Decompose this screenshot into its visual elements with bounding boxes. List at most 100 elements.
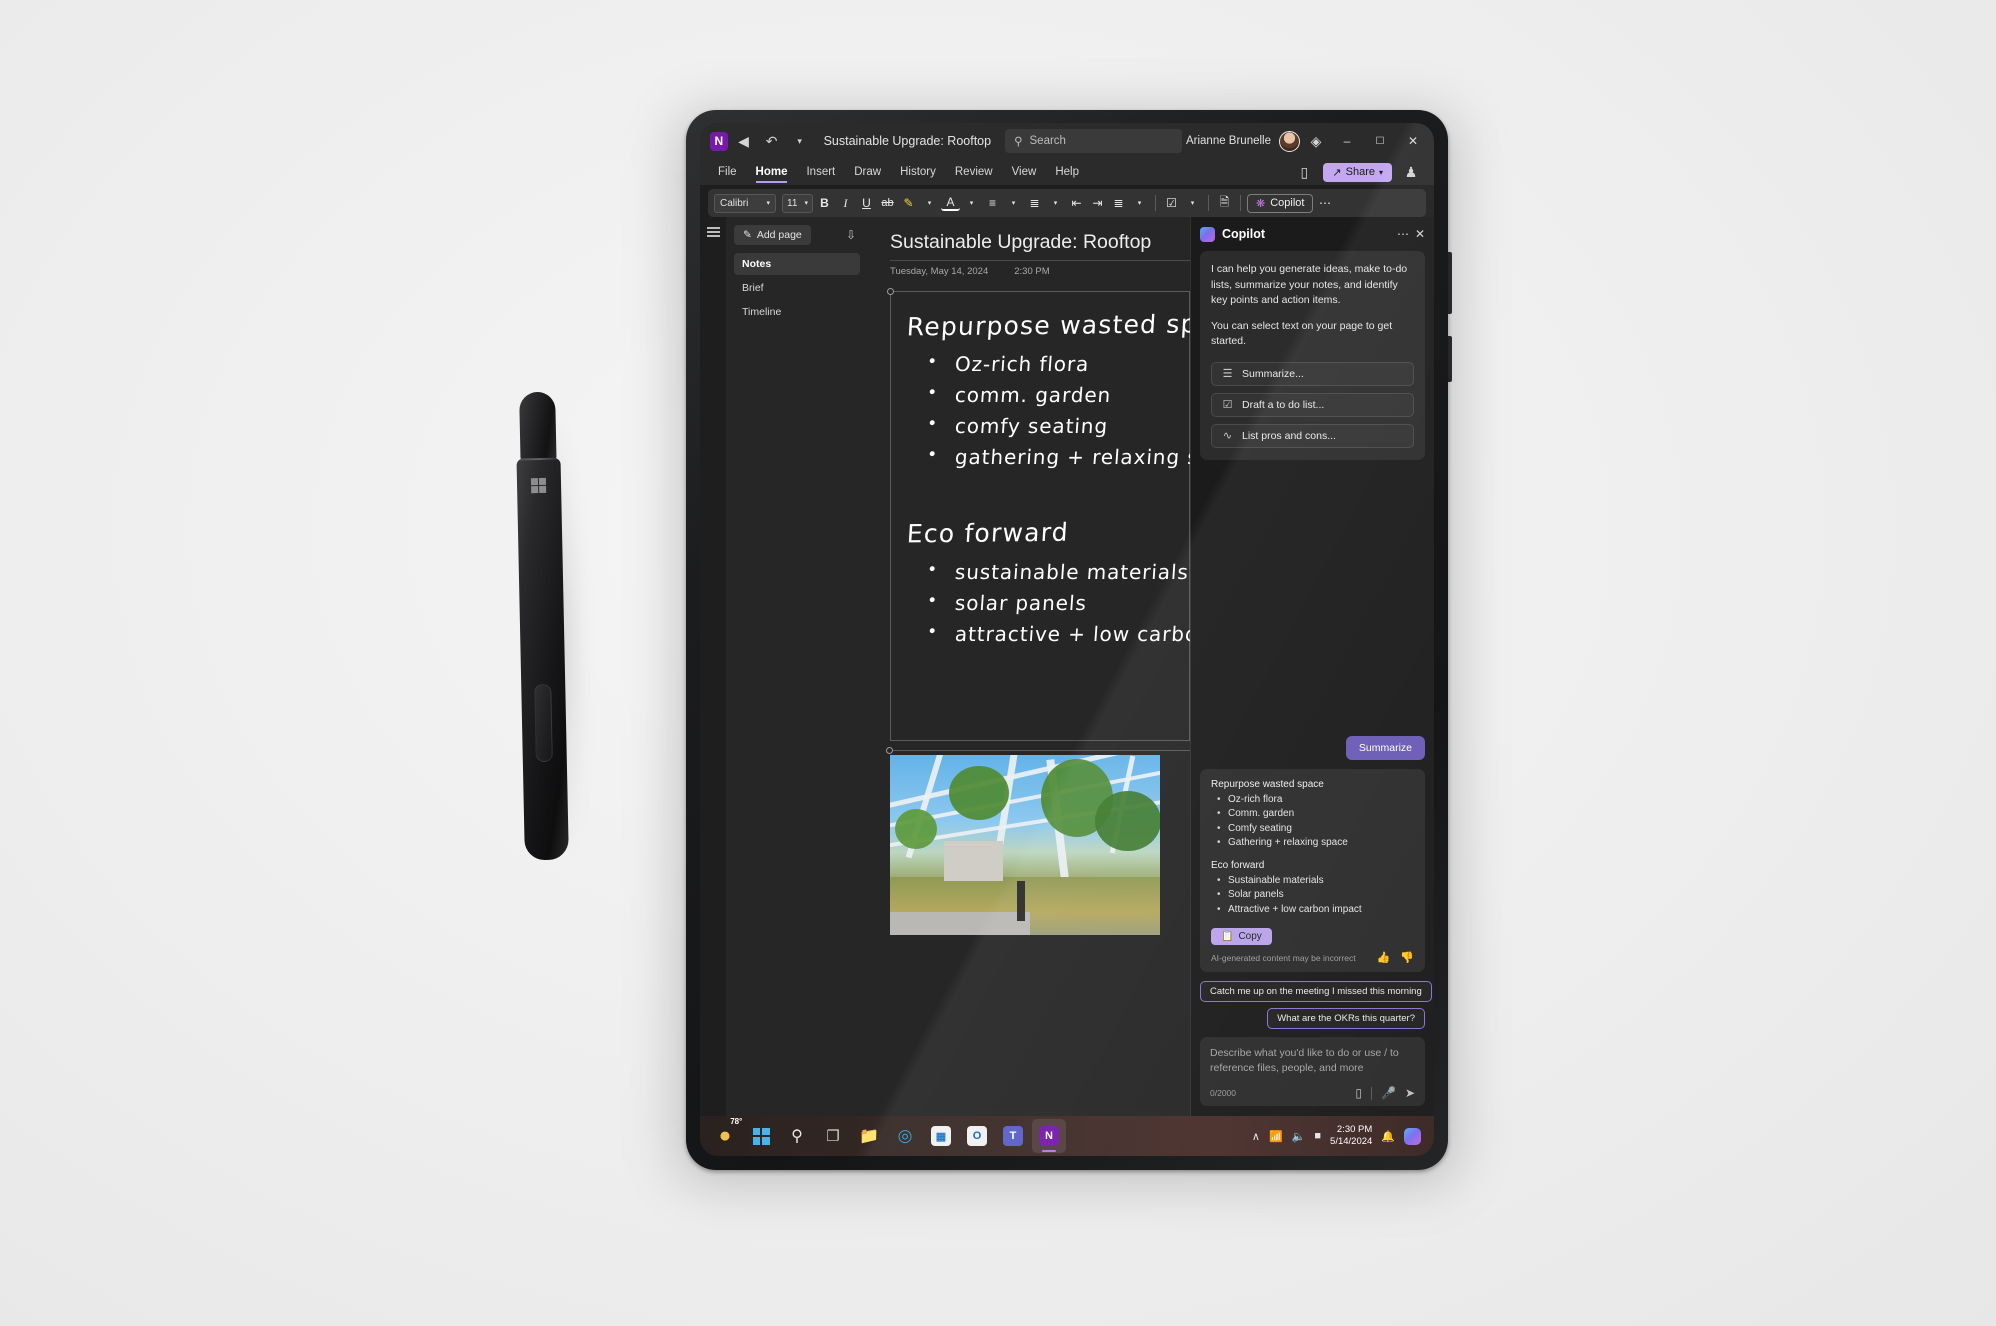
- bullet-list-icon[interactable]: ≡: [983, 193, 1002, 213]
- sort-icon[interactable]: ⇩: [846, 228, 860, 242]
- tag-star-icon[interactable]: ☑: [1162, 193, 1181, 213]
- title-bar: N ◀ ↶ ▾ Sustainable Upgrade: Rooftop ⚲ S…: [700, 123, 1434, 159]
- action-draft-todo[interactable]: ☑ Draft a to do list...: [1211, 392, 1414, 417]
- back-arrow-icon[interactable]: ◀: [732, 128, 756, 154]
- font-size-select[interactable]: 11 ▾: [782, 193, 813, 213]
- page-item-timeline[interactable]: Timeline: [734, 301, 860, 323]
- tab-home[interactable]: Home: [748, 164, 796, 183]
- taskbar-task-view[interactable]: ❐: [816, 1119, 850, 1153]
- taskbar-start[interactable]: [744, 1119, 778, 1153]
- tab-help[interactable]: Help: [1047, 164, 1087, 180]
- rooftop-garden-photo[interactable]: [890, 755, 1160, 935]
- restore-button[interactable]: ☐: [1365, 128, 1395, 154]
- photo-handle[interactable]: [886, 747, 893, 754]
- tab-insert[interactable]: Insert: [798, 164, 843, 180]
- action-label: Draft a to do list...: [1242, 398, 1325, 411]
- undo-icon[interactable]: ↶: [760, 128, 784, 154]
- ink-item: solar panels: [954, 590, 1180, 616]
- chevron-down-icon[interactable]: ▾: [1130, 193, 1149, 213]
- ink-item: sustainable materials: [954, 559, 1189, 585]
- tab-file[interactable]: File: [710, 164, 745, 180]
- copilot-ribbon-button[interactable]: ❋ Copilot: [1247, 193, 1314, 213]
- navigation-toggle[interactable]: [700, 217, 726, 1116]
- taskbar-edge[interactable]: ◎: [888, 1119, 922, 1153]
- tab-draw[interactable]: Draw: [846, 164, 889, 180]
- add-page-button[interactable]: ✎ Add page: [734, 225, 811, 245]
- action-summarize[interactable]: ☰ Summarize...: [1211, 361, 1414, 386]
- align-icon[interactable]: ≣: [1109, 193, 1128, 213]
- taskbar-teams[interactable]: T: [996, 1119, 1030, 1153]
- bold-button[interactable]: B: [815, 193, 834, 213]
- diamond-icon[interactable]: ◈: [1303, 128, 1329, 154]
- numbered-list-icon[interactable]: ≣: [1025, 193, 1044, 213]
- chevron-down-icon[interactable]: ▾: [1046, 193, 1065, 213]
- caret-down-icon[interactable]: ▾: [788, 128, 812, 154]
- tab-review[interactable]: Review: [947, 164, 1001, 180]
- thumbs-up-icon[interactable]: 👍: [1377, 951, 1391, 964]
- page-item-brief[interactable]: Brief: [734, 277, 860, 299]
- action-pros-cons[interactable]: ∿ List pros and cons...: [1211, 423, 1414, 448]
- chevron-down-icon[interactable]: ▾: [1183, 193, 1202, 213]
- copy-button[interactable]: 📋 Copy: [1211, 928, 1272, 946]
- close-icon[interactable]: ✕: [1415, 227, 1425, 241]
- note-canvas[interactable]: Sustainable Upgrade: Rooftop Tuesday, Ma…: [868, 217, 1190, 1116]
- send-icon[interactable]: ➤: [1405, 1086, 1415, 1100]
- taskbar-search[interactable]: ⚲: [780, 1119, 814, 1153]
- meeting-details-icon[interactable]: 🗎: [1215, 193, 1234, 213]
- taskbar-file-explorer[interactable]: 📁: [852, 1119, 886, 1153]
- ink-note-container[interactable]: Repurpose wasted space Oz-rich flora com…: [887, 288, 1190, 741]
- underline-button[interactable]: U: [857, 193, 876, 213]
- font-color-icon[interactable]: A: [941, 195, 960, 211]
- suggestion-chip-1[interactable]: Catch me up on the meeting I missed this…: [1200, 981, 1432, 1003]
- taskbar-store[interactable]: ▦: [924, 1119, 958, 1153]
- increase-indent-icon[interactable]: ⇥: [1088, 193, 1107, 213]
- battery-icon[interactable]: ■: [1314, 1130, 1321, 1142]
- copilot-title: Copilot: [1222, 227, 1266, 241]
- embedded-photo-container[interactable]: [886, 747, 1190, 935]
- volume-icon[interactable]: 🔈: [1292, 1130, 1306, 1143]
- copilot-input-box[interactable]: Describe what you'd like to do or use / …: [1200, 1037, 1425, 1106]
- share-button[interactable]: ↗ Share ▾: [1323, 162, 1392, 182]
- italic-button[interactable]: I: [836, 193, 855, 213]
- page-item-notes[interactable]: Notes: [734, 253, 860, 275]
- search-input[interactable]: ⚲ Search: [1005, 129, 1182, 153]
- suggestion-chip-2[interactable]: What are the OKRs this quarter?: [1267, 1008, 1425, 1030]
- tab-history[interactable]: History: [892, 164, 944, 180]
- chevron-down-icon[interactable]: ▾: [1004, 193, 1023, 213]
- attach-icon[interactable]: ▯: [1355, 1086, 1362, 1100]
- close-button[interactable]: ✕: [1398, 128, 1428, 154]
- decrease-indent-icon[interactable]: ⇤: [1067, 193, 1086, 213]
- tab-view[interactable]: View: [1004, 164, 1045, 180]
- windows-taskbar: ● 78° ⚲ ❐ 📁 ◎ ▦ O T N ∧ 📶 🔈 ■ 2:30 PM 5/1…: [700, 1116, 1434, 1156]
- ink-heading-1: Repurpose wasted space: [906, 308, 1190, 342]
- chevron-down-icon[interactable]: ▾: [962, 193, 981, 213]
- strikethrough-button[interactable]: ab: [878, 193, 897, 213]
- font-name-select[interactable]: Calibri ▾: [714, 193, 776, 213]
- sticky-note-icon[interactable]: ▯: [1291, 159, 1317, 185]
- person-share-icon[interactable]: ♟: [1398, 159, 1424, 185]
- note-handle[interactable]: [887, 288, 894, 295]
- avatar[interactable]: [1279, 130, 1300, 152]
- microphone-icon[interactable]: 🎤: [1381, 1086, 1396, 1100]
- chevron-down-icon[interactable]: ▾: [920, 193, 939, 213]
- copilot-logo-icon: [1200, 226, 1215, 242]
- copilot-taskbar-icon[interactable]: [1404, 1127, 1421, 1145]
- taskbar-weather[interactable]: ● 78°: [708, 1117, 743, 1153]
- more-options-icon[interactable]: ⋯: [1397, 227, 1409, 241]
- tray-chevron-icon[interactable]: ∧: [1252, 1130, 1260, 1143]
- page-title[interactable]: Sustainable Upgrade: Rooftop: [890, 231, 1190, 254]
- store-icon: ▦: [931, 1126, 951, 1146]
- thumbs-down-icon[interactable]: 👎: [1400, 951, 1414, 964]
- network-icon[interactable]: 📶: [1269, 1130, 1283, 1143]
- notification-bell-icon[interactable]: 🔔: [1381, 1130, 1395, 1143]
- add-page-icon: ✎: [743, 229, 752, 241]
- copilot-response-card: Repurpose wasted space Oz-rich flora Com…: [1200, 768, 1425, 973]
- minimize-button[interactable]: –: [1332, 128, 1362, 154]
- highlighter-icon[interactable]: ✎: [899, 193, 918, 213]
- response-item: Gathering + relaxing space: [1217, 836, 1414, 851]
- taskbar-clock[interactable]: 2:30 PM 5/14/2024: [1330, 1124, 1372, 1149]
- taskbar-onenote[interactable]: N: [1032, 1119, 1066, 1153]
- taskbar-outlook[interactable]: O: [960, 1119, 994, 1153]
- more-options-icon[interactable]: ⋯: [1315, 193, 1334, 213]
- wave-icon: ∿: [1222, 430, 1233, 443]
